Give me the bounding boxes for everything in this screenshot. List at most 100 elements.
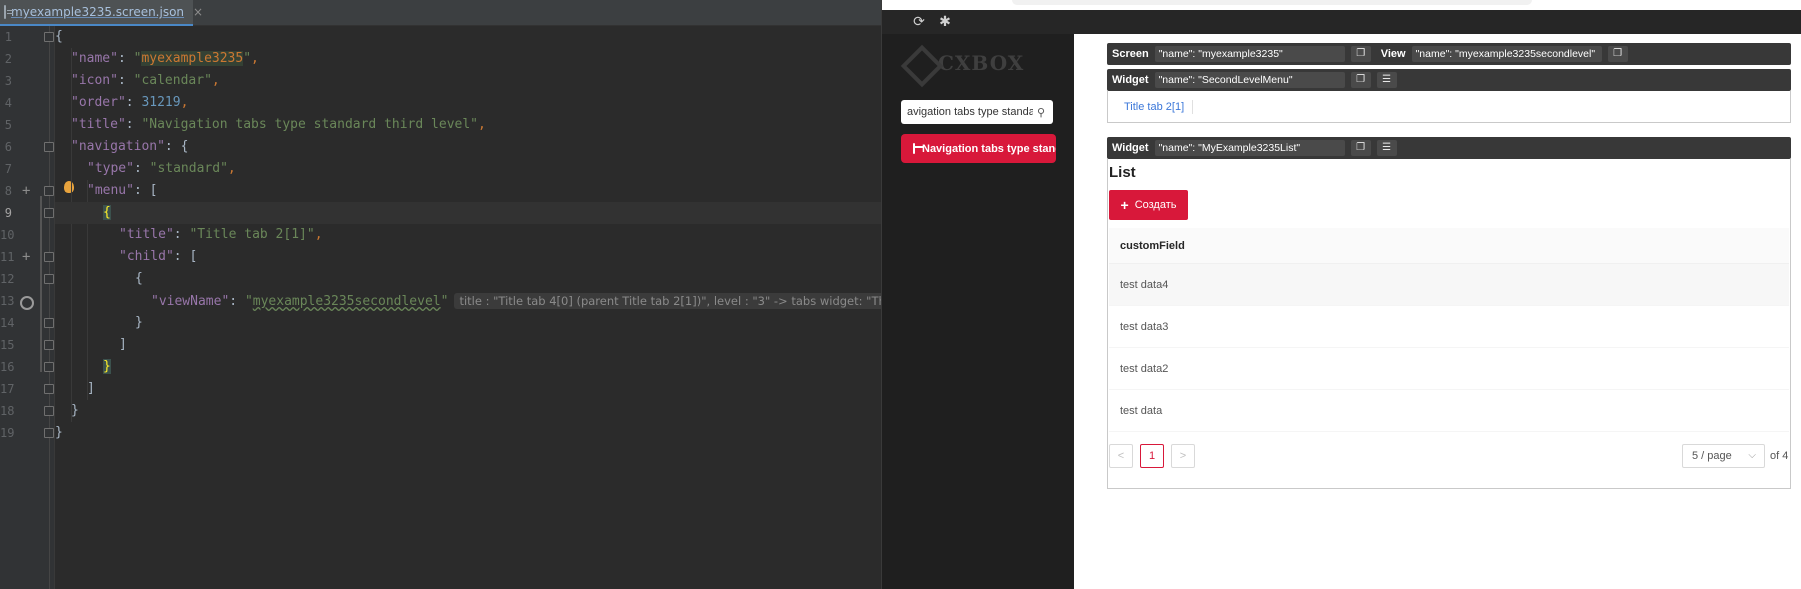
- widget-name-field[interactable]: "name": "MyExample3235List": [1154, 140, 1345, 156]
- code-line-7: "type": "standard",: [87, 161, 236, 176]
- copy-icon[interactable]: ❐: [1350, 72, 1371, 88]
- widget-label: Widget: [1112, 142, 1149, 154]
- dev-toolbar: ⟳ ✱: [882, 10, 1801, 34]
- search-icon[interactable]: ⚲: [1033, 106, 1049, 119]
- line-number: 1: [4, 30, 12, 44]
- json-file-icon: [4, 5, 13, 19]
- page-1-button[interactable]: 1: [1140, 444, 1164, 468]
- table-row[interactable]: test data3: [1109, 306, 1789, 348]
- plus-icon: +: [1120, 197, 1129, 213]
- logo-text: CXBOX: [938, 51, 1025, 75]
- tab-title-2-1[interactable]: Title tab 2[1]: [1124, 100, 1194, 114]
- view-name-field[interactable]: "name": "myexample3235secondlevel": [1411, 46, 1602, 62]
- screen-name-field[interactable]: "name": "myexample3235": [1154, 46, 1345, 62]
- debug-widget-bar: Widget "name": "MyExample3235List" ❐ ☰: [1107, 137, 1791, 159]
- code-line-3: "icon": "calendar",: [71, 73, 220, 88]
- create-button-label: Создать: [1134, 199, 1177, 211]
- fold-toggle-icon[interactable]: [44, 384, 54, 394]
- browser-top-strip: [882, 0, 1801, 10]
- main-content: Screen "name": "myexample3235" ❐ View "n…: [1074, 34, 1801, 589]
- fold-toggle-icon[interactable]: [44, 208, 54, 218]
- fold-toggle-icon[interactable]: [44, 142, 54, 152]
- fold-toggle-icon[interactable]: [44, 32, 54, 42]
- copy-icon[interactable]: ❐: [1350, 140, 1371, 156]
- code-line-17: ]: [87, 381, 95, 396]
- sidebar-item-navigation-tabs[interactable]: Navigation tabs type standard third leve…: [901, 134, 1056, 163]
- line-number: 16: [0, 360, 15, 374]
- create-button[interactable]: + Создать: [1109, 190, 1188, 220]
- fold-toggle-icon[interactable]: [44, 252, 54, 262]
- gutter-plus-icon[interactable]: +: [22, 180, 30, 202]
- page-size-select[interactable]: 5 / page ⌵: [1682, 444, 1765, 468]
- logo: CXBOX: [904, 48, 1024, 78]
- line-number: 18: [0, 404, 15, 418]
- line-number: 4: [4, 96, 12, 110]
- code-line-11: "child": [: [119, 249, 198, 264]
- fold-toggle-icon[interactable]: [44, 186, 54, 196]
- editor-tab-screen-json[interactable]: myexample3235.screen.json ×: [0, 0, 203, 26]
- total-pages-label: of 4: [1770, 450, 1789, 462]
- code-line-1: {: [55, 29, 63, 44]
- debug-screen-view-bar: Screen "name": "myexample3235" ❐ View "n…: [1107, 43, 1791, 65]
- code-line-16: }: [103, 359, 111, 374]
- gutter-plus-icon[interactable]: +: [22, 246, 30, 268]
- close-tab-icon[interactable]: ×: [193, 5, 203, 19]
- second-level-menu-widget: Title tab 2[1]: [1107, 91, 1791, 123]
- code-line-15: ]: [119, 337, 127, 352]
- fold-toggle-icon[interactable]: [44, 428, 54, 438]
- code-line-9-current: {: [55, 202, 881, 224]
- fold-toggle-icon[interactable]: [44, 274, 54, 284]
- code-line-5: "title": "Navigation tabs type standard …: [71, 117, 486, 132]
- table-row[interactable]: test data4: [1109, 264, 1789, 306]
- list-title: List: [1109, 164, 1136, 181]
- chevron-down-icon: ⌵: [1748, 450, 1756, 461]
- copy-icon[interactable]: ❐: [1607, 46, 1628, 62]
- fold-toggle-icon[interactable]: [44, 318, 54, 328]
- code-line-19: }: [55, 425, 63, 440]
- line-number: 6: [4, 140, 12, 154]
- table-row[interactable]: test data: [1109, 390, 1789, 432]
- editor-tab-label: myexample3235.screen.json: [11, 5, 185, 19]
- gutter-fold-line: [49, 26, 50, 589]
- line-number: 5: [4, 118, 12, 132]
- sidebar-search: ⚲: [901, 100, 1053, 124]
- code-area[interactable]: { "name": "myexample3235", "icon": "cale…: [55, 26, 881, 589]
- editor-tab-bar: myexample3235.screen.json ×: [0, 0, 881, 26]
- sidebar-search-input[interactable]: [901, 101, 1033, 123]
- vcs-change-marker: [40, 196, 42, 372]
- line-number-current: 9: [4, 206, 12, 220]
- fold-toggle-icon[interactable]: [44, 340, 54, 350]
- fold-toggle-icon[interactable]: [44, 362, 54, 372]
- code-line-2: "name": "myexample3235",: [71, 51, 259, 66]
- refresh-icon[interactable]: ⟳: [911, 14, 927, 30]
- widget-name-field[interactable]: "name": "SecondLevelMenu": [1154, 72, 1345, 88]
- inspection-icon[interactable]: [20, 296, 34, 310]
- ide-editor: myexample3235.screen.json × 1 2 3 4 5 6 …: [0, 0, 882, 589]
- line-number: 2: [4, 52, 12, 66]
- inlay-hint: title : "Title tab 4[0] (parent Title ta…: [454, 293, 881, 309]
- bug-icon[interactable]: ✱: [937, 14, 953, 30]
- list-table: customField test data4 test data3 test d…: [1109, 228, 1789, 432]
- copy-icon[interactable]: ❐: [1350, 46, 1371, 62]
- fold-toggle-icon[interactable]: [44, 406, 54, 416]
- code-line-6: "navigation": {: [71, 139, 189, 154]
- address-bar[interactable]: [1012, 0, 1532, 5]
- line-number: 13: [0, 294, 15, 308]
- editor-gutter: 1 2 3 4 5 6 7 8 9 10 11 12 13 14 15 16 1…: [0, 26, 55, 589]
- screen-label: Screen: [1112, 48, 1149, 60]
- next-page-button[interactable]: >: [1171, 444, 1195, 468]
- prev-page-button[interactable]: <: [1109, 444, 1133, 468]
- widget-label: Widget: [1112, 74, 1149, 86]
- line-number: 15: [0, 338, 15, 352]
- code-line-12: {: [135, 271, 143, 286]
- table-row[interactable]: test data2: [1109, 348, 1789, 390]
- view-label: View: [1380, 48, 1406, 60]
- column-header-customfield[interactable]: customField: [1109, 228, 1789, 264]
- code-line-18: }: [71, 403, 79, 418]
- line-number: 7: [4, 162, 12, 176]
- line-number: 12: [0, 272, 15, 286]
- menu-icon[interactable]: ☰: [1376, 72, 1397, 88]
- calendar-icon: [913, 143, 923, 154]
- menu-icon[interactable]: ☰: [1376, 140, 1397, 156]
- code-line-14: }: [135, 315, 143, 330]
